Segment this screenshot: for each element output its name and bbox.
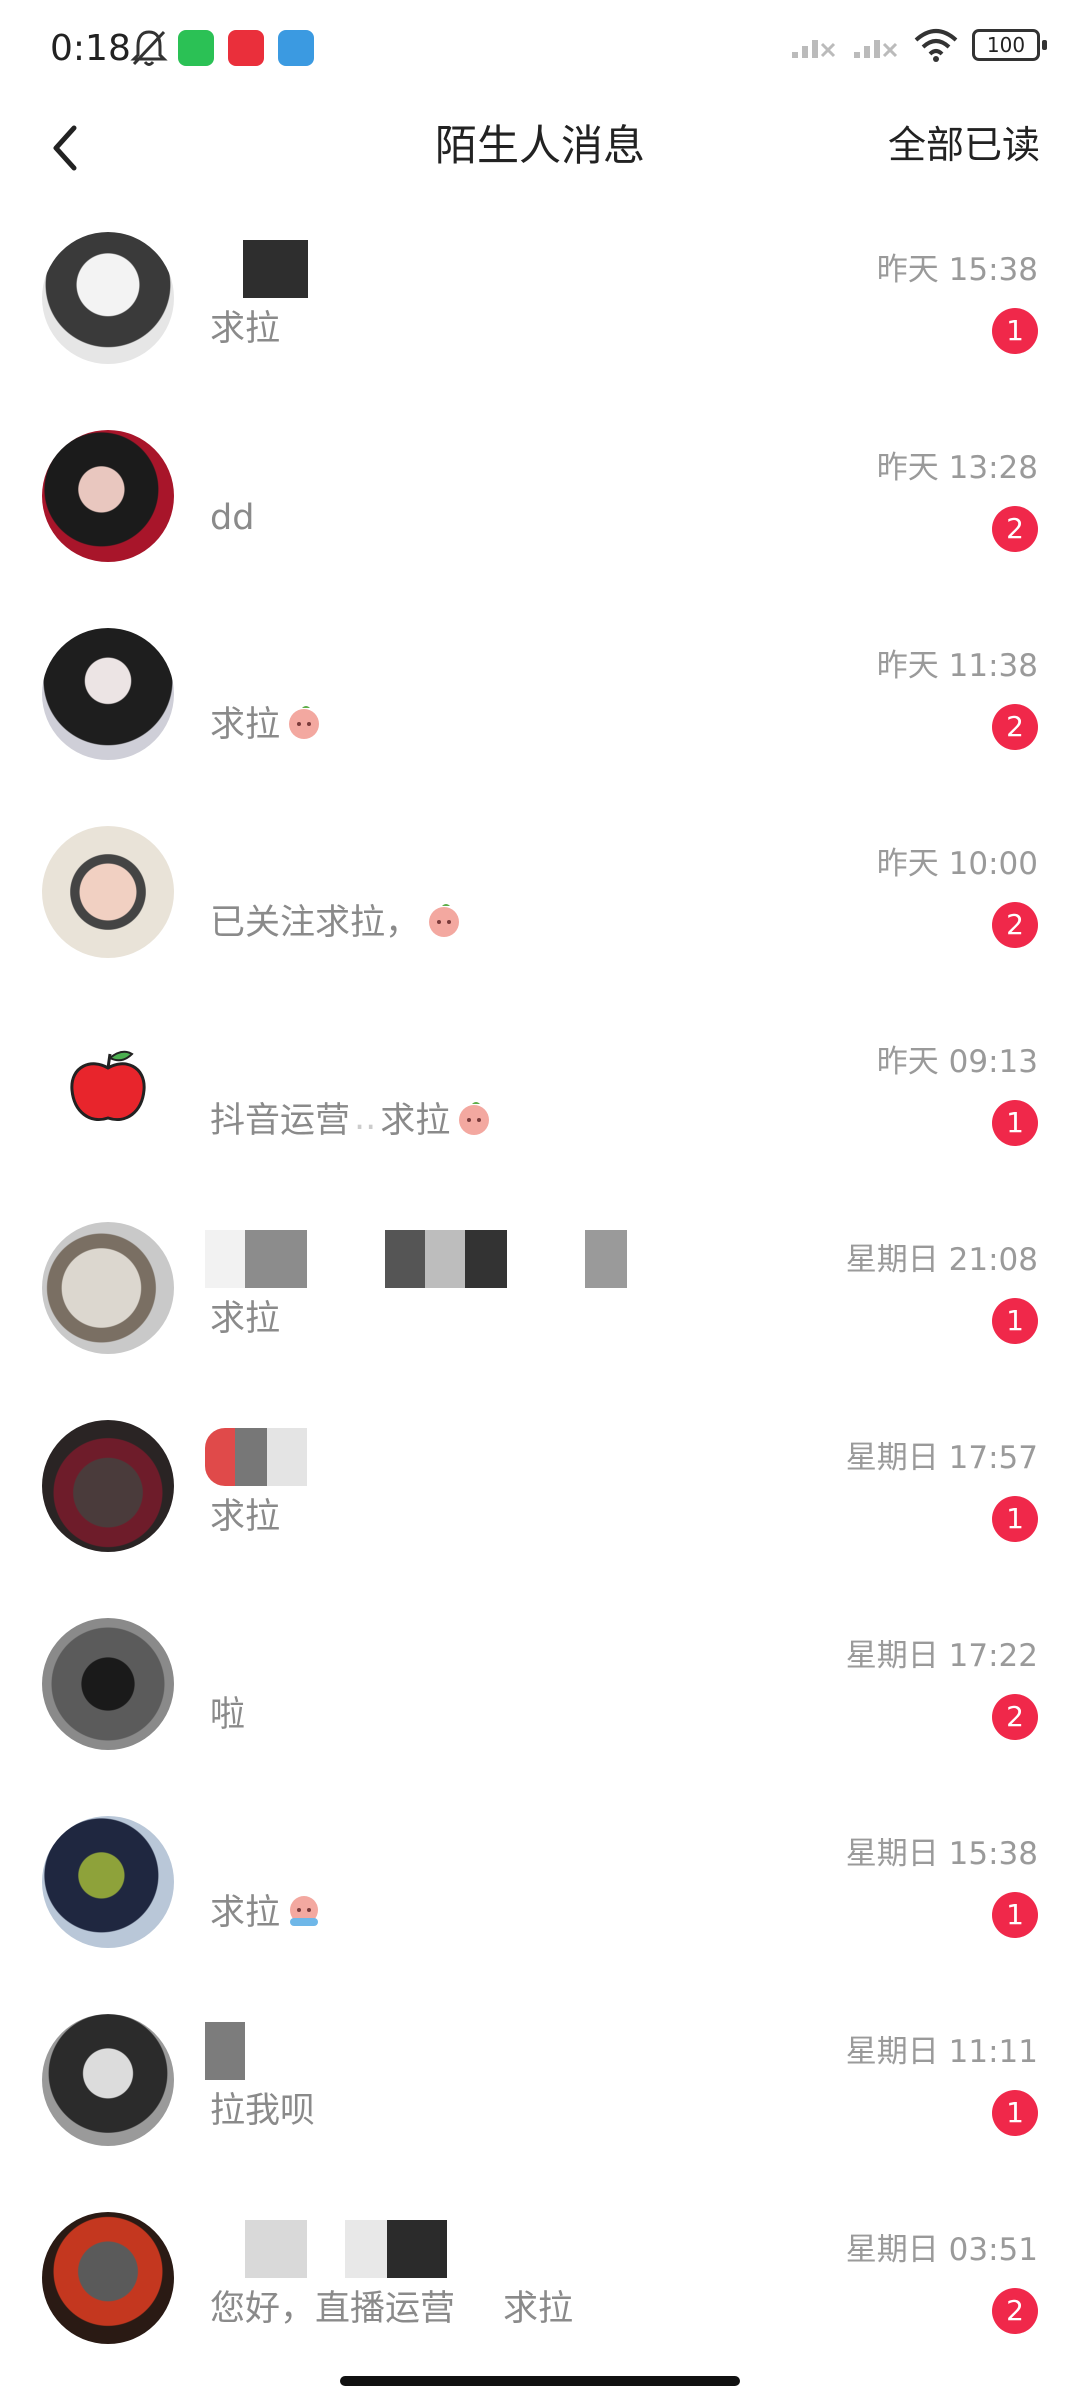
mute-bell-icon: [130, 30, 168, 66]
message-time: 昨天 15:38: [876, 252, 1038, 288]
message-time: 昨天 10:00: [876, 846, 1038, 882]
message-list: 求拉 昨天 15:38 1 dd 昨天 13:28 2 求拉 昨天 11:38 …: [0, 220, 1080, 2398]
message-time: 昨天 13:28: [876, 450, 1038, 486]
message-row[interactable]: 求拉 昨天 11:38 2: [0, 616, 1080, 814]
avatar[interactable]: [42, 628, 174, 760]
peach-emoji-icon: [429, 903, 460, 937]
message-row[interactable]: dd 昨天 13:28 2: [0, 418, 1080, 616]
message-preview: 求拉: [210, 696, 324, 747]
message-row[interactable]: 抖音运营 .. 求拉 昨天 09:13 1: [0, 1012, 1080, 1210]
wifi-icon: [914, 29, 958, 62]
sender-name-redacted: [205, 1230, 805, 1290]
unread-badge: 2: [992, 704, 1038, 750]
unread-badge: 1: [992, 1100, 1038, 1146]
unread-badge: 2: [992, 902, 1038, 948]
sender-name-redacted: [205, 2022, 805, 2082]
message-time: 星期日 21:08: [845, 1242, 1038, 1278]
message-preview: 已关注求拉，: [210, 894, 464, 945]
message-row[interactable]: 求拉 星期日 15:38 1: [0, 1804, 1080, 2002]
status-time: 0:18: [50, 28, 131, 69]
message-preview: 求拉: [210, 1884, 324, 1935]
status-right: 100: [790, 28, 1047, 62]
home-indicator[interactable]: [340, 2376, 740, 2386]
message-preview: 您好，直播运营 求拉: [210, 2289, 574, 2329]
unread-badge: 1: [992, 308, 1038, 354]
message-time: 昨天 11:38: [876, 648, 1038, 684]
signal-icon: [854, 40, 898, 58]
unread-badge: 1: [992, 2090, 1038, 2136]
message-time: 星期日 17:22: [845, 1638, 1038, 1674]
wechat-icon: [178, 30, 214, 66]
sender-name-redacted: [205, 240, 805, 300]
avatar[interactable]: [42, 1222, 174, 1354]
avatar[interactable]: [42, 2014, 174, 2146]
message-preview: 求拉: [210, 1497, 281, 1537]
message-row[interactable]: 啦 星期日 17:22 2: [0, 1606, 1080, 1804]
sender-name-redacted: [205, 2220, 805, 2280]
mark-all-read-button[interactable]: 全部已读: [888, 114, 1040, 169]
avatar[interactable]: [42, 430, 174, 562]
battery-indicator: 100: [972, 29, 1047, 61]
message-time: 昨天 09:13: [876, 1044, 1038, 1080]
message-preview: 抖音运营 .. 求拉: [210, 1092, 494, 1143]
crying-peach-emoji-icon: [459, 1101, 490, 1135]
avatar[interactable]: [42, 826, 174, 958]
message-time: 星期日 15:38: [845, 1836, 1038, 1872]
crying-peach-emoji-icon: [289, 705, 320, 739]
unread-badge: 2: [992, 1694, 1038, 1740]
avatar[interactable]: [42, 2212, 174, 2344]
avatar[interactable]: [42, 232, 174, 364]
sender-name-redacted: [205, 1428, 805, 1488]
unread-badge: 1: [992, 1496, 1038, 1542]
unread-badge: 1: [992, 1892, 1038, 1938]
avatar[interactable]: [42, 1420, 174, 1552]
message-preview: dd: [210, 498, 255, 538]
apple-icon: [70, 1050, 146, 1121]
message-row[interactable]: 您好，直播运营 求拉 星期日 03:51 2: [0, 2200, 1080, 2398]
status-bar: 0:18 100: [0, 0, 1080, 100]
avatar[interactable]: [42, 1618, 174, 1750]
message-row[interactable]: 求拉 昨天 15:38 1: [0, 220, 1080, 418]
upload-icon: [278, 30, 314, 66]
message-row[interactable]: 求拉 星期日 17:57 1: [0, 1408, 1080, 1606]
header: 陌生人消息 全部已读: [0, 100, 1080, 220]
avatar[interactable]: [42, 1024, 174, 1156]
message-preview: 啦: [210, 1695, 246, 1735]
message-row[interactable]: 已关注求拉， 昨天 10:00 2: [0, 814, 1080, 1012]
unread-badge: 2: [992, 2288, 1038, 2334]
message-row[interactable]: 拉我呗 星期日 11:11 1: [0, 2002, 1080, 2200]
xiaohongshu-icon: [228, 30, 264, 66]
message-preview: 求拉: [210, 309, 281, 349]
message-time: 星期日 03:51: [845, 2232, 1038, 2268]
message-preview: 拉我呗: [210, 2091, 316, 2131]
crying-peach-emoji-icon: [290, 1895, 319, 1926]
message-time: 星期日 11:11: [845, 2034, 1038, 2070]
message-preview: 求拉: [210, 1299, 281, 1339]
signal-icon: [792, 40, 836, 58]
message-time: 星期日 17:57: [845, 1440, 1038, 1476]
message-row[interactable]: 求拉 星期日 21:08 1: [0, 1210, 1080, 1408]
avatar[interactable]: [42, 1816, 174, 1948]
unread-badge: 1: [992, 1298, 1038, 1344]
unread-badge: 2: [992, 506, 1038, 552]
